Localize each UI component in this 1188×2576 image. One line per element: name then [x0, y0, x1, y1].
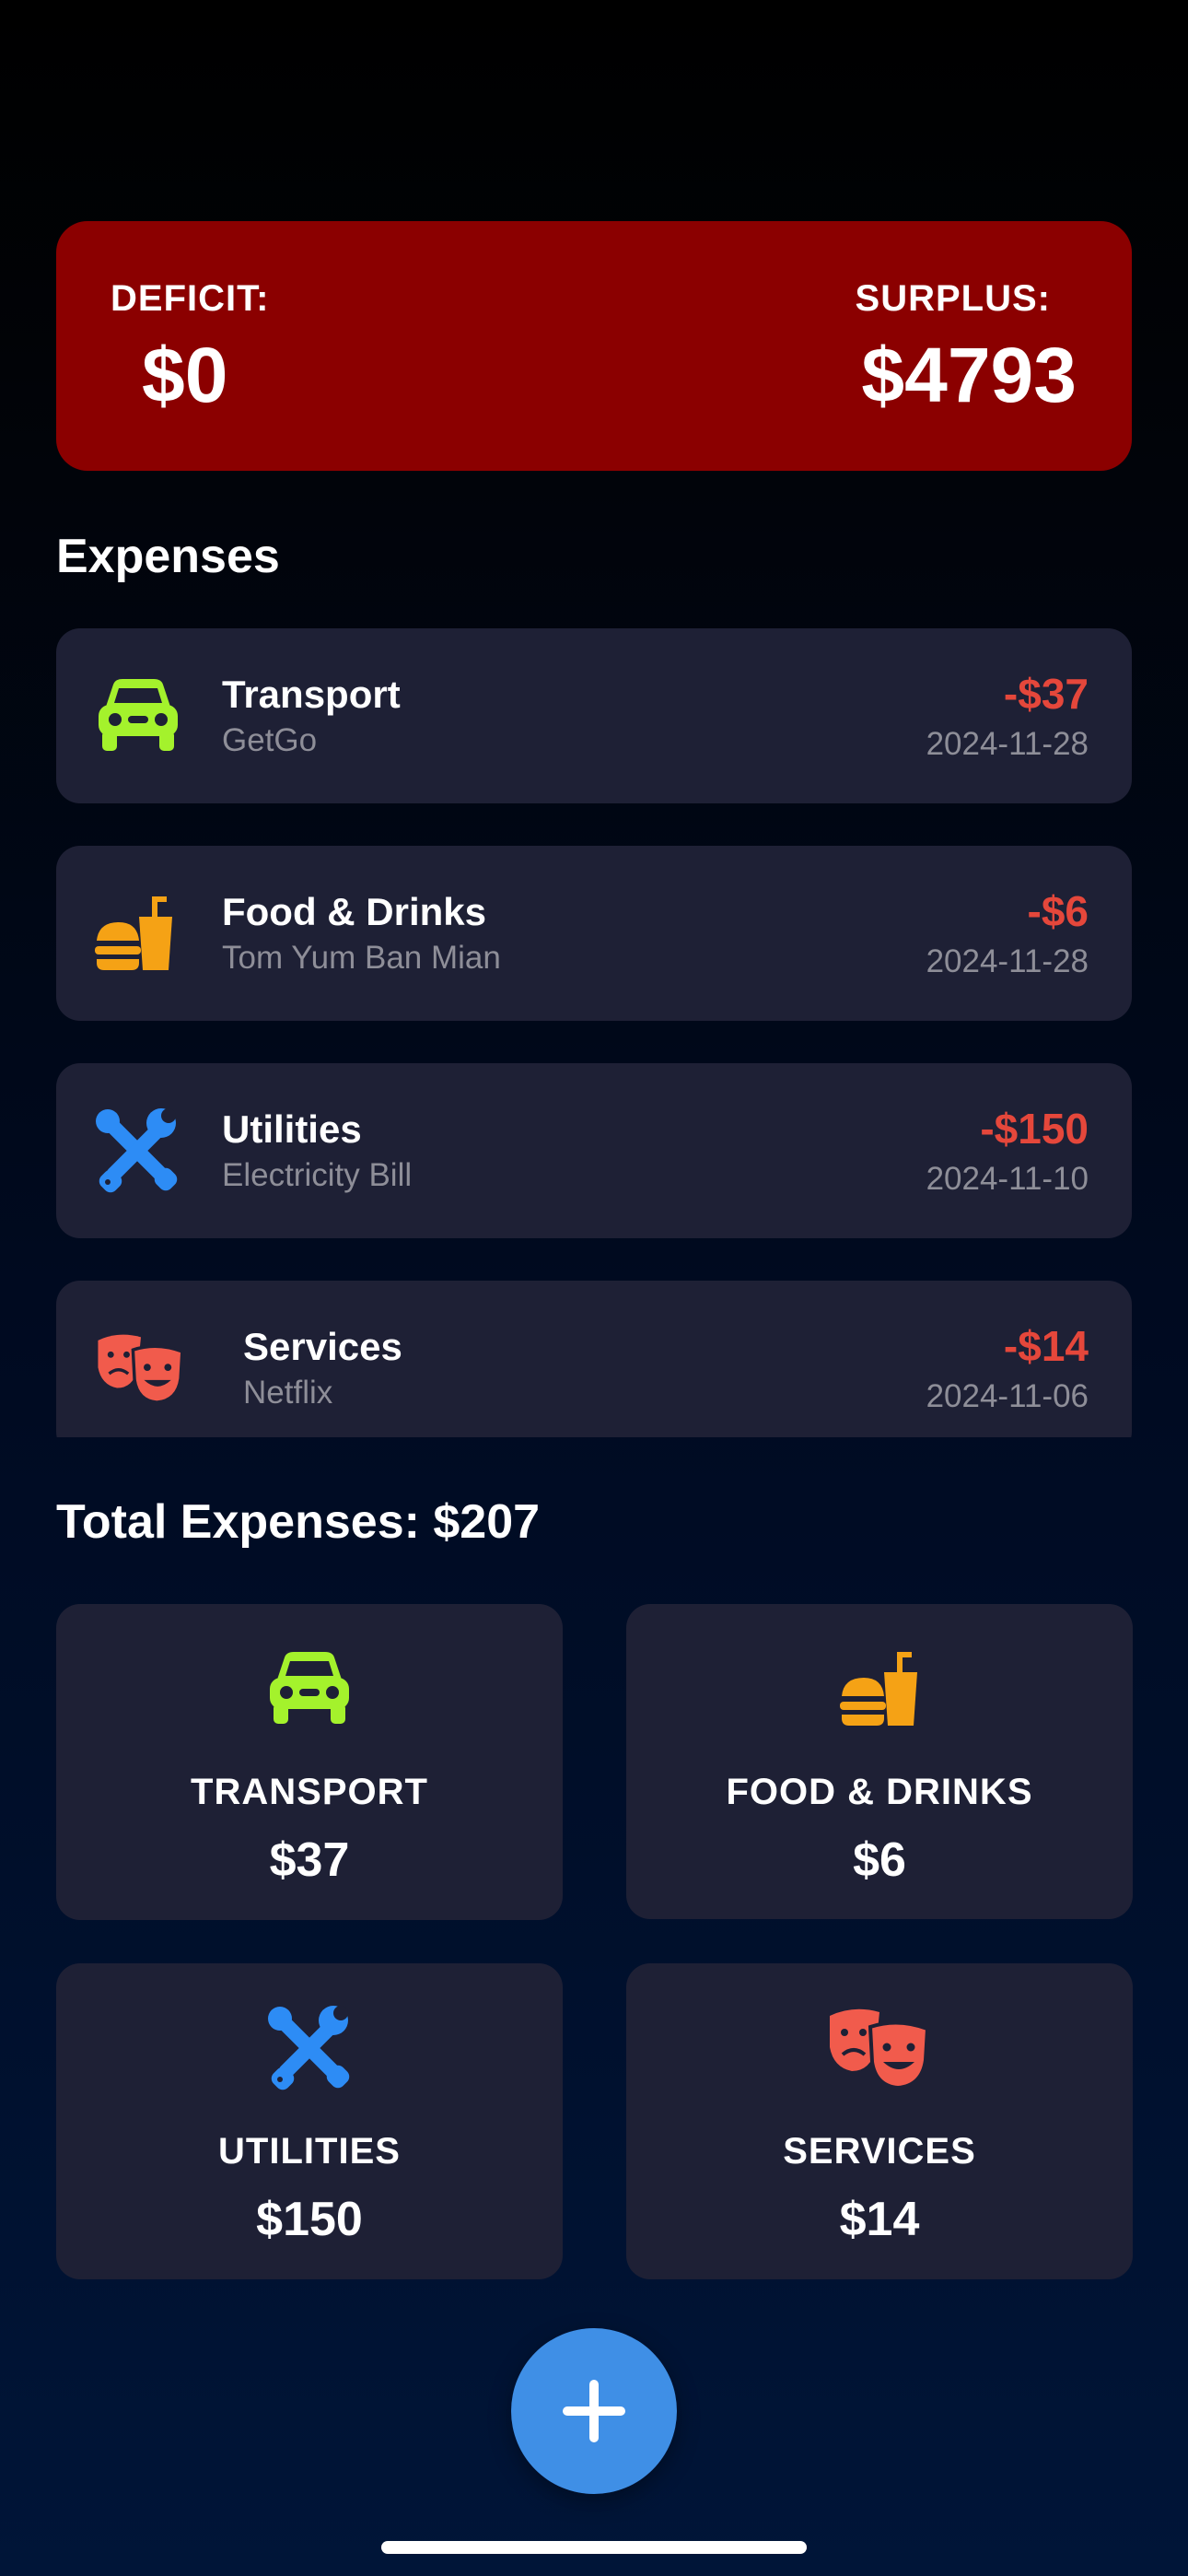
expense-date: 2024-11-10	[926, 1161, 1089, 1197]
expense-item-food-drinks[interactable]: Food & Drinks Tom Yum Ban Mian -$6 2024-…	[56, 846, 1132, 1021]
category-card-utilities[interactable]: UTILITIES $150	[56, 1963, 563, 2279]
category-total: $14	[839, 2193, 920, 2246]
expense-text: Services Netflix	[243, 1325, 402, 1411]
category-name: UTILITIES	[218, 2131, 401, 2172]
car-icon	[95, 674, 187, 757]
burger-drink-icon	[626, 1643, 1133, 1735]
add-expense-button[interactable]	[511, 2328, 677, 2494]
home-indicator[interactable]	[381, 2541, 807, 2554]
expense-meta: -$6 2024-11-28	[926, 886, 1089, 980]
expense-description: Netflix	[243, 1375, 333, 1411]
expense-date: 2024-11-28	[926, 726, 1089, 762]
expense-category: Utilities	[222, 1107, 362, 1151]
expense-description: Electricity Bill	[222, 1157, 413, 1193]
expense-meta: -$14 2024-11-06	[926, 1321, 1089, 1415]
category-name: TRANSPORT	[191, 1772, 428, 1812]
surplus-block: SURPLUS: $4793	[856, 278, 1077, 420]
category-card-transport[interactable]: TRANSPORT $37	[56, 1604, 563, 1920]
surplus-label: SURPLUS:	[855, 278, 1051, 319]
expense-description: GetGo	[222, 722, 318, 758]
category-name: FOOD & DRINKS	[726, 1772, 1033, 1812]
expense-category: Services	[243, 1325, 402, 1368]
expense-text: Food & Drinks Tom Yum Ban Mian	[222, 890, 501, 977]
wrench-screwdriver-icon	[95, 1108, 187, 1193]
expense-text: Utilities Electricity Bill	[222, 1107, 412, 1194]
expense-list[interactable]: Transport GetGo -$37 2024-11-28 Food & D…	[56, 628, 1132, 1437]
expense-meta: -$150 2024-11-10	[926, 1104, 1089, 1198]
surplus-value: $4793	[861, 332, 1077, 418]
expense-date: 2024-11-06	[926, 1378, 1089, 1414]
category-total: $37	[269, 1833, 350, 1887]
deficit-block: DEFICIT: $0	[111, 278, 269, 420]
expense-description: Tom Yum Ban Mian	[222, 940, 501, 976]
expense-amount: -$37	[1003, 670, 1089, 718]
expense-category: Transport	[222, 673, 401, 716]
expense-item-services[interactable]: Services Netflix -$14 2024-11-06	[56, 1281, 1132, 1437]
expense-amount: -$150	[980, 1105, 1089, 1153]
expense-date: 2024-11-28	[926, 943, 1089, 979]
plus-icon	[563, 2380, 625, 2442]
expense-item-utilities[interactable]: Utilities Electricity Bill -$150 2024-11…	[56, 1063, 1132, 1238]
category-card-services[interactable]: SERVICES $14	[626, 1963, 1133, 2279]
deficit-value: $0	[142, 332, 228, 418]
expense-amount: -$6	[1027, 887, 1089, 935]
expense-category: Food & Drinks	[222, 890, 487, 933]
expense-item-transport[interactable]: Transport GetGo -$37 2024-11-28	[56, 628, 1132, 803]
category-total: $150	[256, 2193, 363, 2246]
theater-masks-icon	[95, 1327, 187, 1410]
total-expenses-label: Total Expenses: $207	[56, 1495, 541, 1549]
car-icon	[56, 1643, 563, 1735]
category-card-food-drinks[interactable]: FOOD & DRINKS $6	[626, 1604, 1133, 1919]
category-name: SERVICES	[783, 2131, 976, 2172]
expense-meta: -$37 2024-11-28	[926, 669, 1089, 763]
expense-amount: -$14	[1003, 1322, 1089, 1370]
balance-card: DEFICIT: $0 SURPLUS: $4793	[56, 221, 1132, 471]
theater-masks-icon	[626, 2002, 1133, 2094]
expense-text: Transport GetGo	[222, 673, 401, 759]
expenses-heading: Expenses	[56, 530, 280, 583]
category-total: $6	[853, 1833, 906, 1887]
burger-drink-icon	[95, 892, 187, 975]
deficit-label: DEFICIT:	[111, 278, 270, 319]
wrench-screwdriver-icon	[56, 2002, 563, 2094]
